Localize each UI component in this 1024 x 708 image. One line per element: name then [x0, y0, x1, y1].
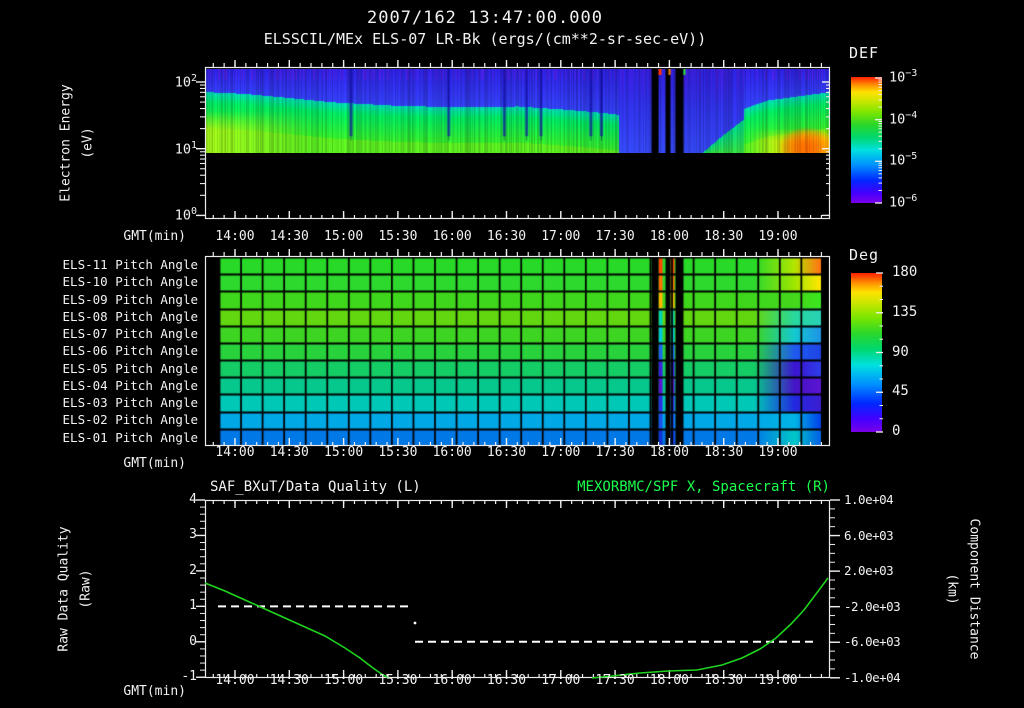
def-tick-label: 10−3 — [889, 68, 918, 86]
pitch-row-labels: ELS-11 Pitch Angle ELS-10 Pitch Angle ELS-… — [28, 256, 198, 446]
def-colorbar — [851, 77, 882, 203]
def-tick-label: 10−6 — [889, 193, 918, 211]
plot-instrument-title: ELSSCIL/MEx ELS-07 LR-Bk (ergs/(cm**2-sr… — [263, 30, 707, 48]
p3-left-tick-label: 3 — [189, 527, 197, 543]
energy-spectrogram — [206, 69, 829, 153]
p3-right-tick-label: -1.0e+04 — [844, 669, 901, 685]
def-tick-label: 10−4 — [889, 109, 918, 128]
gmt-axis-label-3: GMT(min) — [123, 683, 186, 699]
spacecraft-x-curve — [204, 577, 829, 679]
gmt-axis-label-2: GMT(min) — [123, 455, 186, 471]
quality-series-title: SAF_BXuT/Data Quality (L) — [210, 479, 421, 495]
spacecraft-series-title: MEXORBMC/SPF X, Spacecraft (R) — [577, 479, 830, 495]
x-tick-label-p1: 19:00 — [758, 229, 798, 244]
p3-right-tick-label: 6.0e+03 — [844, 527, 894, 543]
energy-tick-label: 101 — [174, 139, 197, 158]
distance-axis-label: Component Distance — [966, 518, 982, 660]
pitch-row-label: ELS-05 Pitch Angle — [62, 360, 198, 376]
data-quality-dot — [413, 621, 417, 625]
p3-left-tick-label: -1 — [181, 669, 197, 685]
pitch-row-label: ELS-02 Pitch Angle — [62, 412, 198, 428]
pitch-row-label: ELS-11 Pitch Angle — [62, 257, 198, 272]
plot-timestamp-title: 2007/162 13:47:00.000 — [367, 8, 603, 28]
deg-tick-label: 45 — [892, 383, 909, 400]
distance-axis-unit: (km) — [944, 573, 960, 605]
energy-tick-label: 100 — [174, 206, 197, 224]
deg-colorbar-title: Deg — [849, 246, 880, 264]
pitch-row-label: ELS-06 Pitch Angle — [62, 343, 198, 359]
def-colorbar-title: DEF — [849, 44, 880, 62]
deg-tick-label: 90 — [892, 343, 909, 360]
p3-left-tick-label: 2 — [189, 562, 197, 578]
pitch-row-label: ELS-03 Pitch Angle — [62, 395, 198, 411]
energy-tick-label: 102 — [174, 73, 197, 91]
pitch-row-label: ELS-09 Pitch Angle — [62, 291, 198, 307]
x-tick-label-p3: 19:00 — [758, 672, 798, 688]
quality-axis-label: Raw Data Quality — [56, 526, 72, 652]
x-tick-label-p2: 19:00 — [758, 444, 798, 460]
p3-right-tick-label: -6.0e+03 — [844, 634, 901, 650]
plot-header: 2007/162 13:47:00.000 ELSSCIL/MEx ELS-07… — [135, 8, 835, 48]
pitch-row-label: ELS-07 Pitch Angle — [62, 326, 198, 342]
pitch-row-label: ELS-04 Pitch Angle — [62, 377, 198, 393]
pitch-row-label: ELS-10 Pitch Angle — [62, 274, 198, 290]
energy-axis-unit: (eV) — [80, 127, 96, 159]
gmt-axis-label-1: GMT(min) — [123, 229, 186, 244]
deg-tick-label: 180 — [892, 264, 918, 280]
timeseries-panel-frame — [204, 499, 831, 679]
energy-axis-label: Electron Energy — [58, 84, 74, 202]
els-quicklook-window: 2007/162 13:47:00.000 ELSSCIL/MEx ELS-07… — [0, 0, 1024, 708]
pitch-angle-spectrogram — [206, 257, 829, 446]
deg-tick-label: 135 — [892, 303, 918, 320]
quality-axis-unit: (Raw) — [78, 569, 94, 609]
p3-right-tick-label: -2.0e+03 — [844, 598, 901, 614]
p3-right-tick-label: 1.0e+04 — [844, 492, 894, 507]
deg-tick-label: 0 — [892, 423, 901, 439]
p3-left-tick-label: 0 — [189, 633, 197, 649]
def-tick-label: 10−5 — [889, 151, 918, 169]
pitch-row-label: ELS-01 Pitch Angle — [62, 429, 198, 445]
p3-left-tick-label: 4 — [189, 492, 197, 507]
p3-left-tick-label: 1 — [189, 598, 197, 614]
pitch-row-label: ELS-08 Pitch Angle — [62, 308, 198, 324]
p3-right-tick-label: 2.0e+03 — [844, 563, 894, 579]
deg-colorbar — [851, 273, 882, 432]
